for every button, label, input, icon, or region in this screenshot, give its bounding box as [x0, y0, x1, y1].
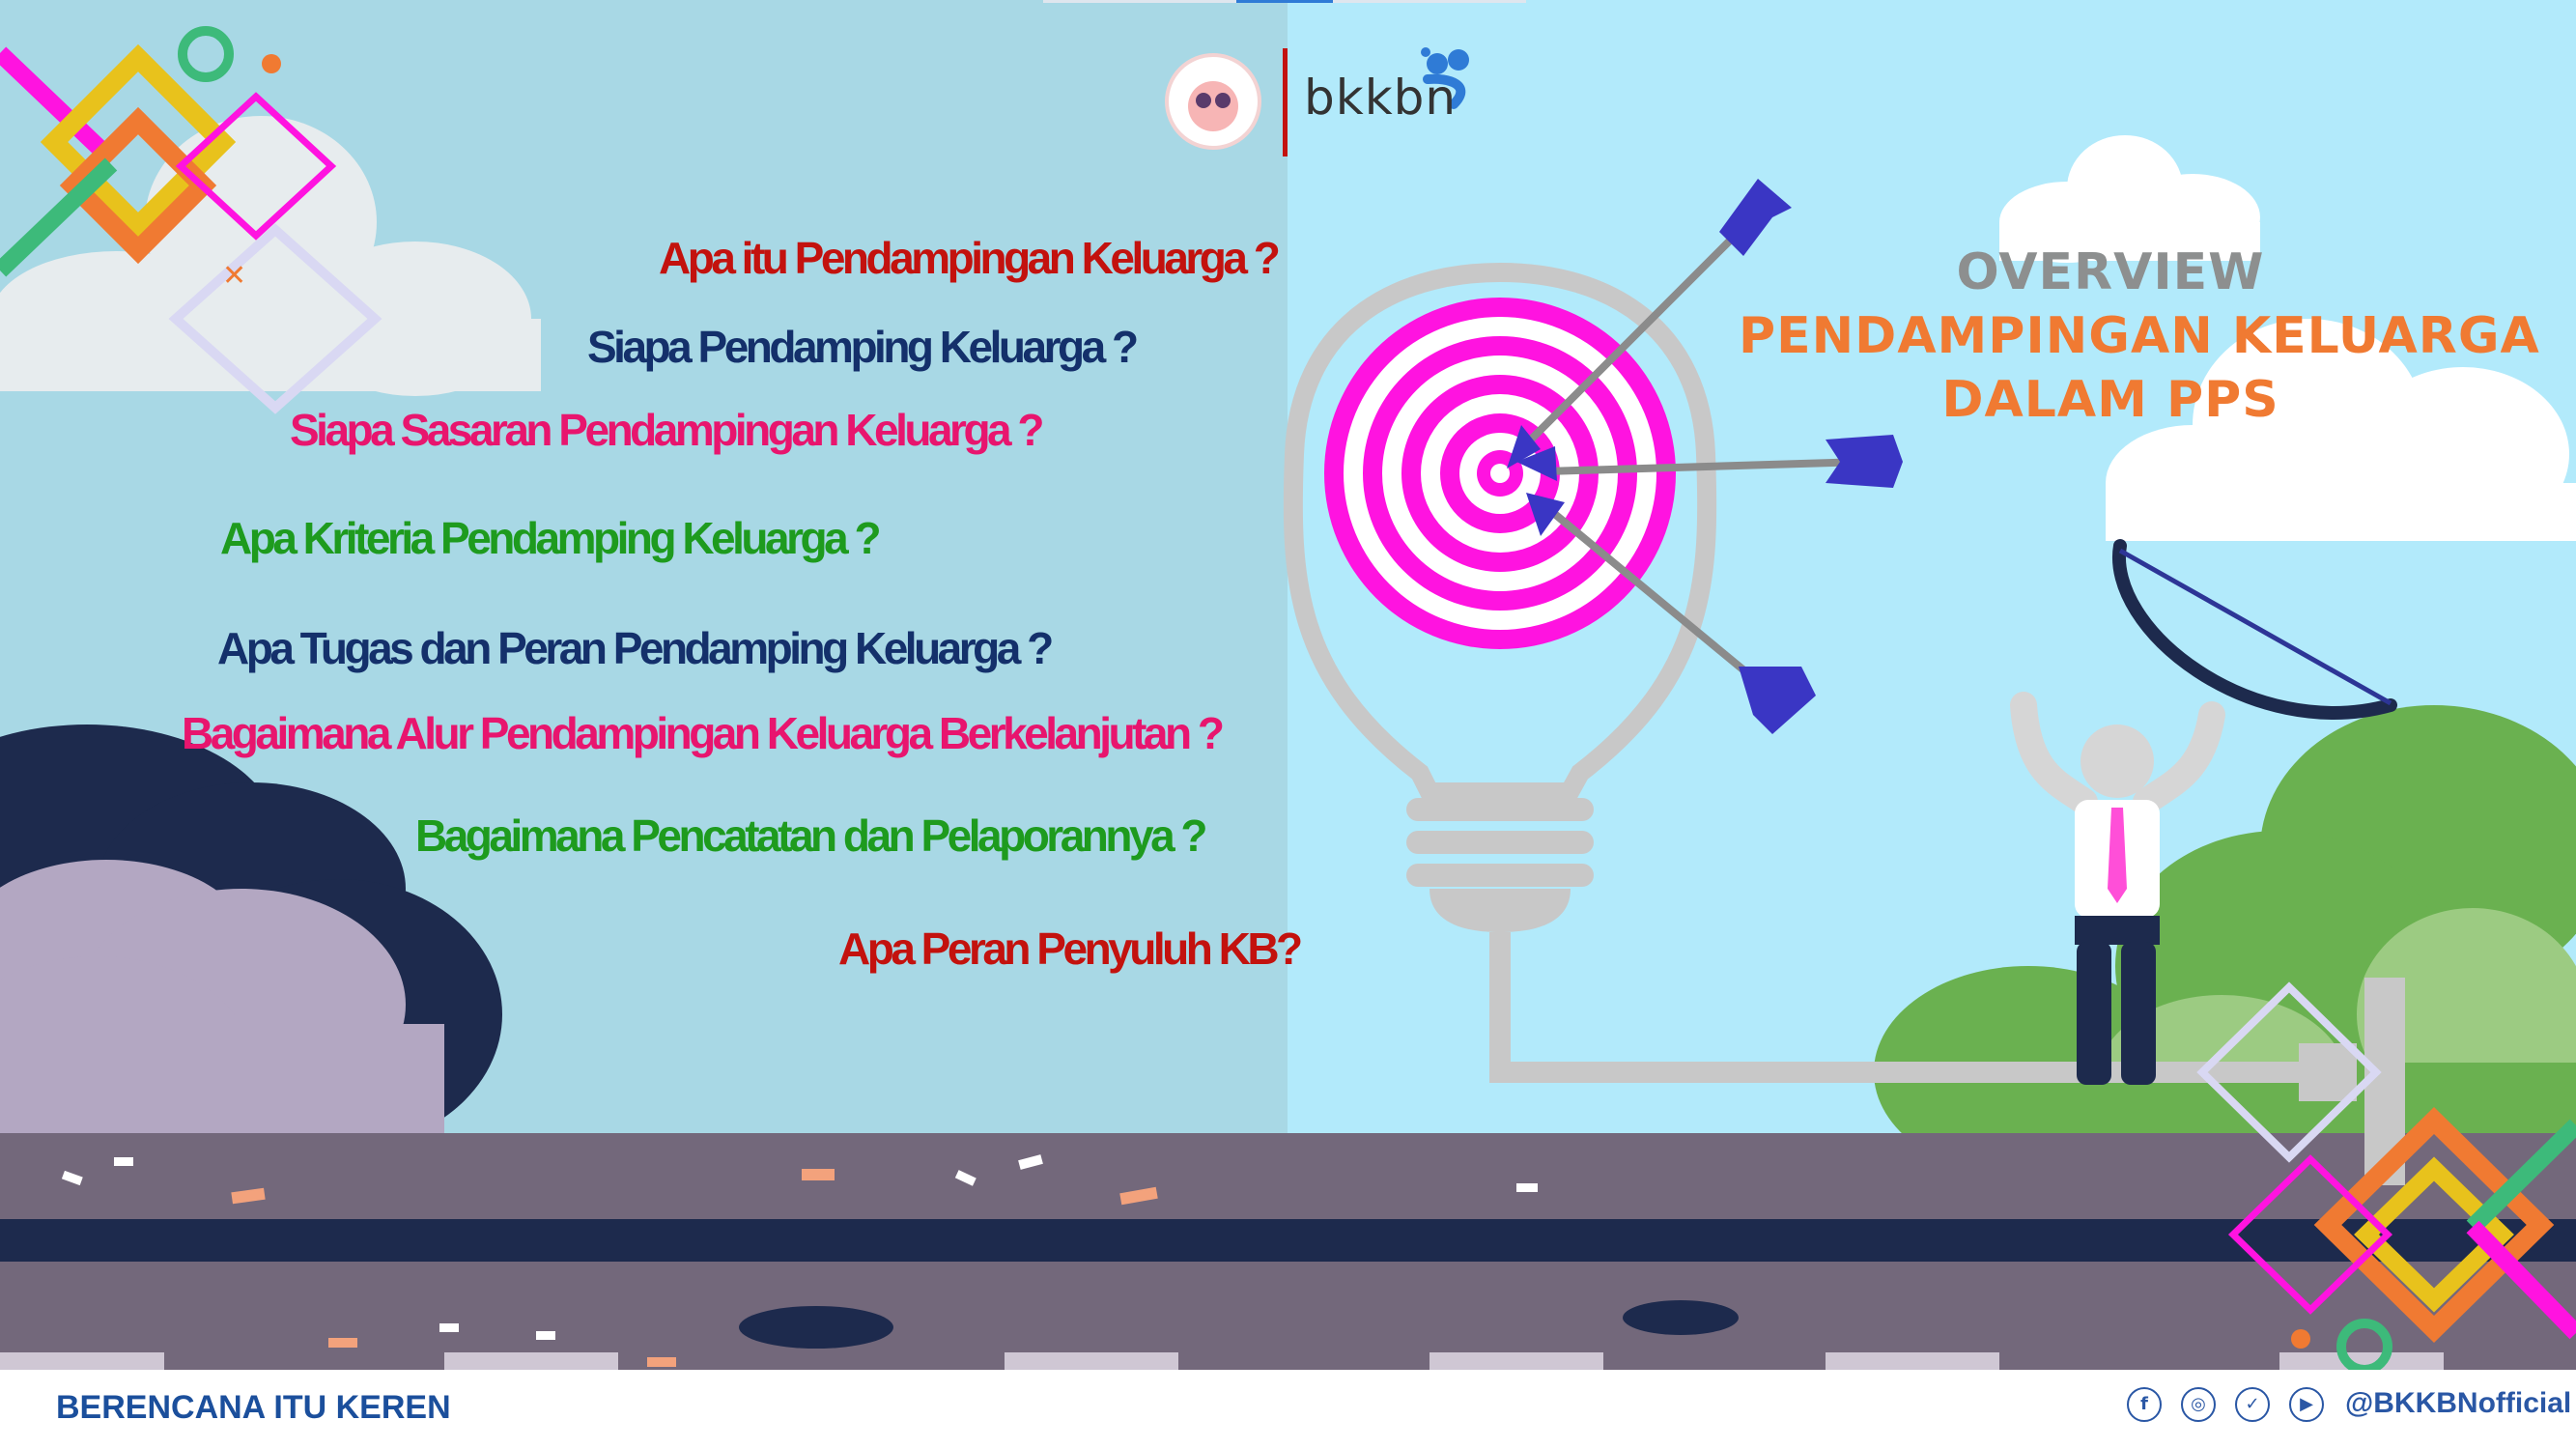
- road-stripe: [0, 1219, 2576, 1262]
- question-5: Apa Tugas dan Peran Pendamping Keluarga …: [217, 623, 1054, 673]
- question-1: Apa itu Pendampingan Keluarga ?: [659, 233, 1281, 283]
- question-8: Apa Peran Penyuluh KB?: [838, 923, 1303, 974]
- question-6: Bagaimana Alur Pendampingan Keluarga Ber…: [182, 708, 1225, 758]
- overview-title-line1: PENDAMPINGAN KELUARGA: [1739, 307, 2540, 365]
- question-7: Bagaimana Pencatatan dan Pelaporannya ?: [415, 810, 1208, 861]
- question-2: Siapa Pendamping Keluarga ?: [587, 322, 1139, 372]
- family-logo: [1165, 53, 1261, 150]
- slide: ✕ bkkbn Apa itu Pendampingan Keluarga ? …: [0, 0, 2576, 1449]
- slogan: BERENCANA ITU KEREN: [56, 1389, 451, 1426]
- social-handle[interactable]: @BKKBNofficial: [2345, 1387, 2571, 1420]
- twitter-icon[interactable]: ✓: [2235, 1387, 2270, 1422]
- question-3: Siapa Sasaran Pendampingan Keluarga ?: [290, 405, 1045, 455]
- svg-text:✕: ✕: [222, 259, 246, 293]
- question-4: Apa Kriteria Pendamping Keluarga ?: [220, 513, 882, 563]
- youtube-icon[interactable]: ▶: [2289, 1387, 2324, 1422]
- overview-heading: OVERVIEW: [1956, 243, 2265, 301]
- facebook-icon[interactable]: f: [2127, 1387, 2162, 1422]
- overview-title-line2: DALAM PPS: [1941, 371, 2279, 429]
- instagram-icon[interactable]: ◎: [2181, 1387, 2216, 1422]
- bkkbn-logo-text: bkkbn: [1304, 70, 1458, 126]
- logo-divider: [1283, 48, 1288, 156]
